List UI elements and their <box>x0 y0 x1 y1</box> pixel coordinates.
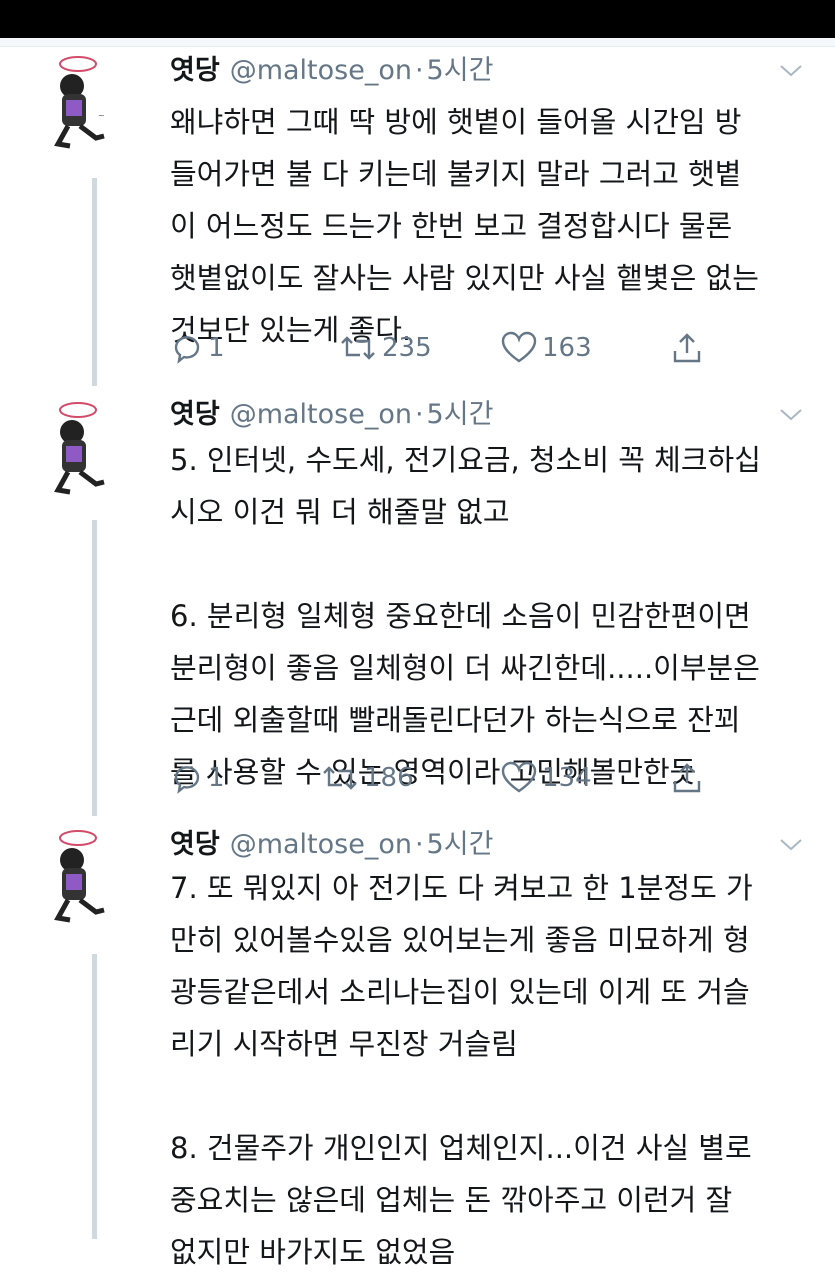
tweet-header: 엿당 @maltose_on · 5시간 <box>170 822 493 862</box>
tweet-line: 7. 또 뭐있지 아 전기도 다 켜보고 한 1분정도 가 <box>170 871 753 905</box>
avatar[interactable]: ~ <box>40 52 140 152</box>
reply-button[interactable]: 1 <box>170 328 225 368</box>
display-name[interactable]: 엿당 <box>170 48 220 87</box>
chevron-down-icon[interactable] <box>778 62 804 80</box>
tweet-line: 햇볕없이도 잘사는 사람 있지만 사실 햍볓은 없는 <box>170 261 759 295</box>
tweet-text: 7. 또 뭐있지 아 전기도 다 켜보고 한 1분정도 가 만히 있어볼수있음 … <box>170 862 810 1278</box>
tweet-line: 리기 시작하면 무진장 거슬림 <box>170 1027 518 1061</box>
display-name[interactable]: 엿당 <box>170 822 220 861</box>
svg-text:~: ~ <box>98 111 105 120</box>
reply-icon <box>174 766 200 794</box>
separator-dot: · <box>414 829 424 860</box>
timestamp[interactable]: 5시간 <box>427 822 494 861</box>
retweet-count: 186 <box>364 763 414 793</box>
tweet-line: 6. 분리형 일체형 중요한데 소음이 민감한편이면 <box>170 599 751 633</box>
tweet-line: 광등같은데서 소리나는집이 있는데 이게 또 거슬 <box>170 975 750 1009</box>
tweet-line: 근데 외출할때 빨래돌린다던가 하는식으로 잔꾀 <box>170 703 741 737</box>
thread-line <box>92 520 97 816</box>
tweet-header: 엿당 @maltose_on · 5시간 <box>170 48 493 88</box>
tweet-line: 분리형이 좋음 일체형이 더 싸긴한데.....이부분은 <box>170 651 760 685</box>
tweet-line: 만히 있어볼수있음 있어보는게 좋음 미묘하게 형 <box>170 923 750 957</box>
like-button[interactable]: 134 <box>500 758 592 798</box>
tweet-line: 중요치는 않은데 업체는 돈 깎아주고 이런거 잘 <box>170 1183 733 1217</box>
tweet-header: 엿당 @maltose_on · 5시간 <box>170 392 493 432</box>
chevron-down-icon[interactable] <box>778 406 804 424</box>
user-handle[interactable]: @maltose_on <box>230 829 412 860</box>
reply-icon <box>174 336 200 364</box>
avatar-illustration-icon: ~ <box>54 56 105 149</box>
share-button[interactable] <box>670 758 708 798</box>
tweet-text: 5. 인터넷, 수도세, 전기요금, 청소비 꼭 체크하십 시오 이건 뭐 더 … <box>170 434 810 798</box>
tweet-text: 왜냐하면 그때 딱 방에 햇볕이 들어올 시간임 방 들어가면 불 다 키는데 … <box>170 96 810 356</box>
reply-count: 1 <box>208 333 225 363</box>
thread-line <box>92 954 97 1239</box>
tweet-line: 들어가면 불 다 키는데 불키지 말라 그러고 햇볕 <box>170 157 742 191</box>
like-count: 163 <box>542 333 592 363</box>
heart-icon <box>501 761 537 793</box>
tweet-line: 왜냐하면 그때 딱 방에 햇볕이 들어올 시간임 방 <box>170 105 742 139</box>
top-divider <box>0 38 835 47</box>
separator-dot: · <box>414 399 424 430</box>
retweet-icon <box>341 336 375 360</box>
retweet-button[interactable]: 186 <box>320 758 414 798</box>
avatar[interactable] <box>40 826 140 926</box>
like-count: 134 <box>542 763 592 793</box>
reply-button[interactable]: 1 <box>170 758 225 798</box>
share-icon <box>673 333 701 363</box>
retweet-count: 235 <box>382 333 432 363</box>
reply-count: 1 <box>208 763 225 793</box>
thread-line <box>92 178 97 386</box>
separator-dot: · <box>414 55 424 86</box>
tweet-line: 이 어느정도 드는가 한번 보고 결정합시다 물론 <box>170 209 733 243</box>
tweet-actions: 1 186 134 <box>170 758 730 798</box>
share-button[interactable] <box>670 328 708 368</box>
tweet-line: 5. 인터넷, 수도세, 전기요금, 청소비 꼭 체크하십 <box>170 443 761 477</box>
tweet-line: 8. 건물주가 개인인지 업체인지...이건 사실 별로 <box>170 1131 752 1165</box>
share-icon <box>673 763 701 793</box>
tweet-line: 없지만 바가지도 없었음 <box>170 1235 456 1269</box>
timestamp[interactable]: 5시간 <box>427 48 494 87</box>
like-button[interactable]: 163 <box>500 328 592 368</box>
retweet-button[interactable]: 235 <box>338 328 432 368</box>
retweet-icon <box>323 766 357 790</box>
tweet-line: 시오 이건 뭐 더 해줄말 없고 <box>170 495 510 529</box>
timestamp[interactable]: 5시간 <box>427 392 494 431</box>
avatar-illustration-icon <box>54 830 105 923</box>
status-bar <box>0 0 835 38</box>
user-handle[interactable]: @maltose_on <box>230 399 412 430</box>
heart-icon <box>501 331 537 363</box>
avatar-illustration-icon <box>54 402 105 495</box>
avatar[interactable] <box>40 398 140 498</box>
user-handle[interactable]: @maltose_on <box>230 55 412 86</box>
display-name[interactable]: 엿당 <box>170 392 220 431</box>
chevron-down-icon[interactable] <box>778 836 804 854</box>
tweet-actions: 1 235 163 <box>170 328 730 368</box>
